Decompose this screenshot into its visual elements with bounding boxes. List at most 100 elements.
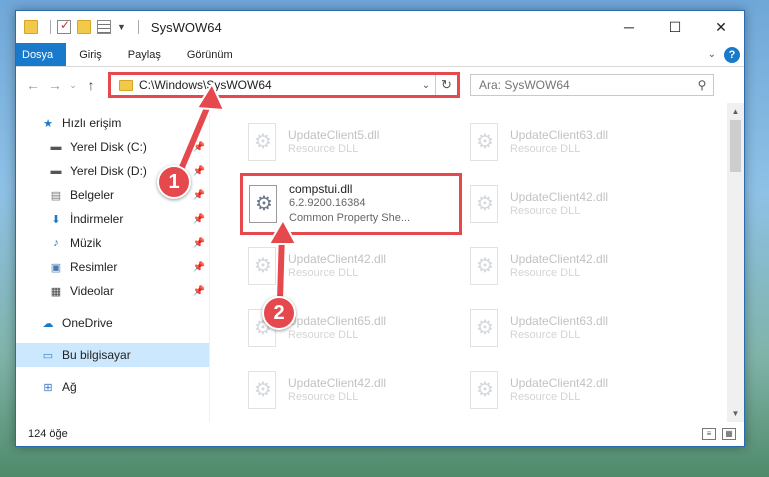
quick-access-dropdown-icon[interactable]: ▼ (117, 22, 126, 32)
window-controls: ─ ☐ ✕ (606, 11, 744, 43)
divider (137, 20, 139, 34)
tab-home[interactable]: Giriş (66, 43, 115, 66)
nav-onedrive[interactable]: ☁ OneDrive (16, 311, 209, 335)
recent-locations-chevron-icon[interactable]: ⌄ (66, 80, 80, 91)
minimize-button[interactable]: ─ (606, 11, 652, 43)
file-type: Resource DLL (288, 390, 359, 403)
nav-pictures[interactable]: ▣ Resimler 📌 (16, 255, 209, 279)
file-type: Resource DLL (510, 390, 581, 403)
new-folder-icon[interactable] (77, 20, 91, 34)
file-name: UpdateClient42.dll (288, 251, 387, 266)
maximize-button[interactable]: ☐ (652, 11, 698, 43)
nav-label: Hızlı erişim (62, 116, 122, 130)
computer-icon: ▭ (42, 349, 54, 362)
file-item[interactable]: ⚙ UpdateClient42.dll Resource DLL (240, 235, 462, 297)
explorer-window: ▼ SysWOW64 ─ ☐ ✕ Dosya Giriş Paylaş Görü… (15, 10, 745, 447)
forward-arrow-icon[interactable]: → (44, 77, 66, 93)
tab-view[interactable]: Görünüm (174, 43, 246, 66)
pictures-icon: ▣ (50, 261, 62, 274)
refresh-icon[interactable]: ↻ (435, 75, 457, 95)
step-badge-2: 2 (262, 296, 296, 330)
pin-icon[interactable]: 📌 (193, 238, 205, 249)
help-icon[interactable]: ? (724, 46, 740, 63)
file-item[interactable]: ⚙ UpdateClient42.dll Resource DLL (462, 173, 684, 235)
properties-icon[interactable] (97, 20, 111, 34)
scroll-thumb[interactable] (730, 120, 741, 172)
pin-icon[interactable]: 📌 (193, 190, 205, 201)
file-item[interactable]: ⚙ UpdateClient63.dll Resource DLL (462, 111, 684, 173)
file-type: Resource DLL (510, 142, 581, 155)
folder-icon (119, 79, 133, 91)
vertical-scrollbar[interactable]: ▲ ▼ (727, 103, 744, 422)
nav-videos[interactable]: ▦ Videolar 📌 (16, 279, 209, 303)
tab-share[interactable]: Paylaş (115, 43, 174, 66)
status-bar: 124 öğe ≡ ▦ (16, 422, 744, 446)
drive-icon: ▬ (50, 141, 62, 153)
dll-file-icon: ⚙ (468, 308, 500, 348)
nav-network[interactable]: ⊞ Ağ (16, 375, 209, 399)
nav-local-disk-c[interactable]: ▬ Yerel Disk (C:) 📌 (16, 135, 209, 159)
nav-quick-access[interactable]: ★ Hızlı erişim (16, 111, 209, 135)
pin-icon[interactable]: 📌 (193, 214, 205, 225)
address-path[interactable]: C:\Windows\SysWOW64 (139, 78, 417, 92)
back-arrow-icon[interactable]: ← (22, 77, 44, 93)
scroll-up-arrow-icon[interactable]: ▲ (727, 103, 744, 120)
pin-icon[interactable]: 📌 (193, 262, 205, 273)
file-item[interactable]: ⚙ UpdateClient63.dll Resource DLL (462, 297, 684, 359)
music-icon: ♪ (53, 237, 59, 249)
nav-label: Belgeler (70, 188, 115, 202)
step-badge-1: 1 (157, 165, 191, 199)
address-row: ← → ⌄ ↑ C:\Windows\SysWOW64 ⌄ ↻ ⚲ (16, 67, 744, 103)
dll-file-icon: ⚙ (246, 122, 278, 162)
dll-file-icon: ⚙ (468, 246, 500, 286)
close-button[interactable]: ✕ (698, 11, 744, 43)
search-box[interactable]: ⚲ (470, 74, 714, 96)
scroll-down-arrow-icon[interactable]: ▼ (727, 405, 744, 422)
file-type: Resource DLL (288, 142, 359, 155)
nav-downloads[interactable]: ⬇ İndirmeler 📌 (16, 207, 209, 231)
address-bar[interactable]: C:\Windows\SysWOW64 ⌄ ↻ (108, 72, 460, 98)
file-item[interactable]: ⚙ UpdateClient42.dll Resource DLL (462, 235, 684, 297)
file-name: UpdateClient63.dll (510, 313, 609, 328)
tab-file[interactable]: Dosya (16, 43, 67, 66)
address-dropdown-icon[interactable]: ⌄ (417, 80, 435, 91)
download-icon: ⬇ (51, 213, 61, 226)
drive-icon: ▬ (50, 165, 62, 177)
expand-ribbon-chevron-icon[interactable]: ⌄ (708, 49, 716, 60)
dll-file-icon: ⚙ (246, 370, 278, 410)
large-icons-view-icon[interactable]: ▦ (722, 428, 736, 440)
pin-icon[interactable]: 📌 (193, 286, 205, 297)
nav-label: Ağ (62, 380, 77, 394)
file-name: UpdateClient63.dll (510, 127, 609, 142)
file-grid: ⚙ UpdateClient5.dll Resource DLL ⚙ Update… (240, 111, 680, 421)
file-name: UpdateClient42.dll (510, 375, 609, 390)
dll-file-icon: ⚙ (468, 370, 500, 410)
up-arrow-icon[interactable]: ↑ (80, 77, 102, 93)
pin-icon[interactable]: 📌 (193, 166, 205, 177)
details-view-icon[interactable]: ≡ (702, 428, 716, 440)
star-icon: ★ (43, 117, 53, 130)
nav-music[interactable]: ♪ Müzik 📌 (16, 231, 209, 255)
file-item-compstui[interactable]: ⚙ compstui.dll 6.2.9200.16384 Common Prope… (240, 173, 462, 235)
dll-file-icon: ⚙ (468, 122, 500, 162)
file-item[interactable]: ⚙ UpdateClient5.dll Resource DLL (240, 111, 462, 173)
nav-this-pc[interactable]: ▭ Bu bilgisayar (16, 343, 209, 367)
file-type: Resource DLL (288, 328, 359, 341)
dll-file-icon: ⚙ (247, 184, 279, 224)
content-area: ★ Hızlı erişim ▬ Yerel Disk (C:) 📌 ▬ Yer… (16, 103, 744, 422)
file-item[interactable]: ⚙ UpdateClient42.dll Resource DLL (462, 359, 684, 421)
properties-check-icon[interactable] (57, 18, 71, 34)
nav-label: Resimler (70, 260, 118, 274)
file-description: Common Property She... (289, 212, 411, 224)
nav-label: İndirmeler (70, 212, 124, 226)
nav-label: Videolar (70, 284, 114, 298)
file-item[interactable]: ⚙ UpdateClient42.dll Resource DLL (240, 359, 462, 421)
search-input[interactable] (479, 78, 691, 92)
search-icon: ⚲ (697, 78, 707, 92)
file-name: UpdateClient42.dll (510, 251, 609, 266)
folder-icon[interactable] (24, 20, 38, 34)
pin-icon[interactable]: 📌 (193, 142, 205, 153)
file-type: Resource DLL (288, 266, 359, 279)
